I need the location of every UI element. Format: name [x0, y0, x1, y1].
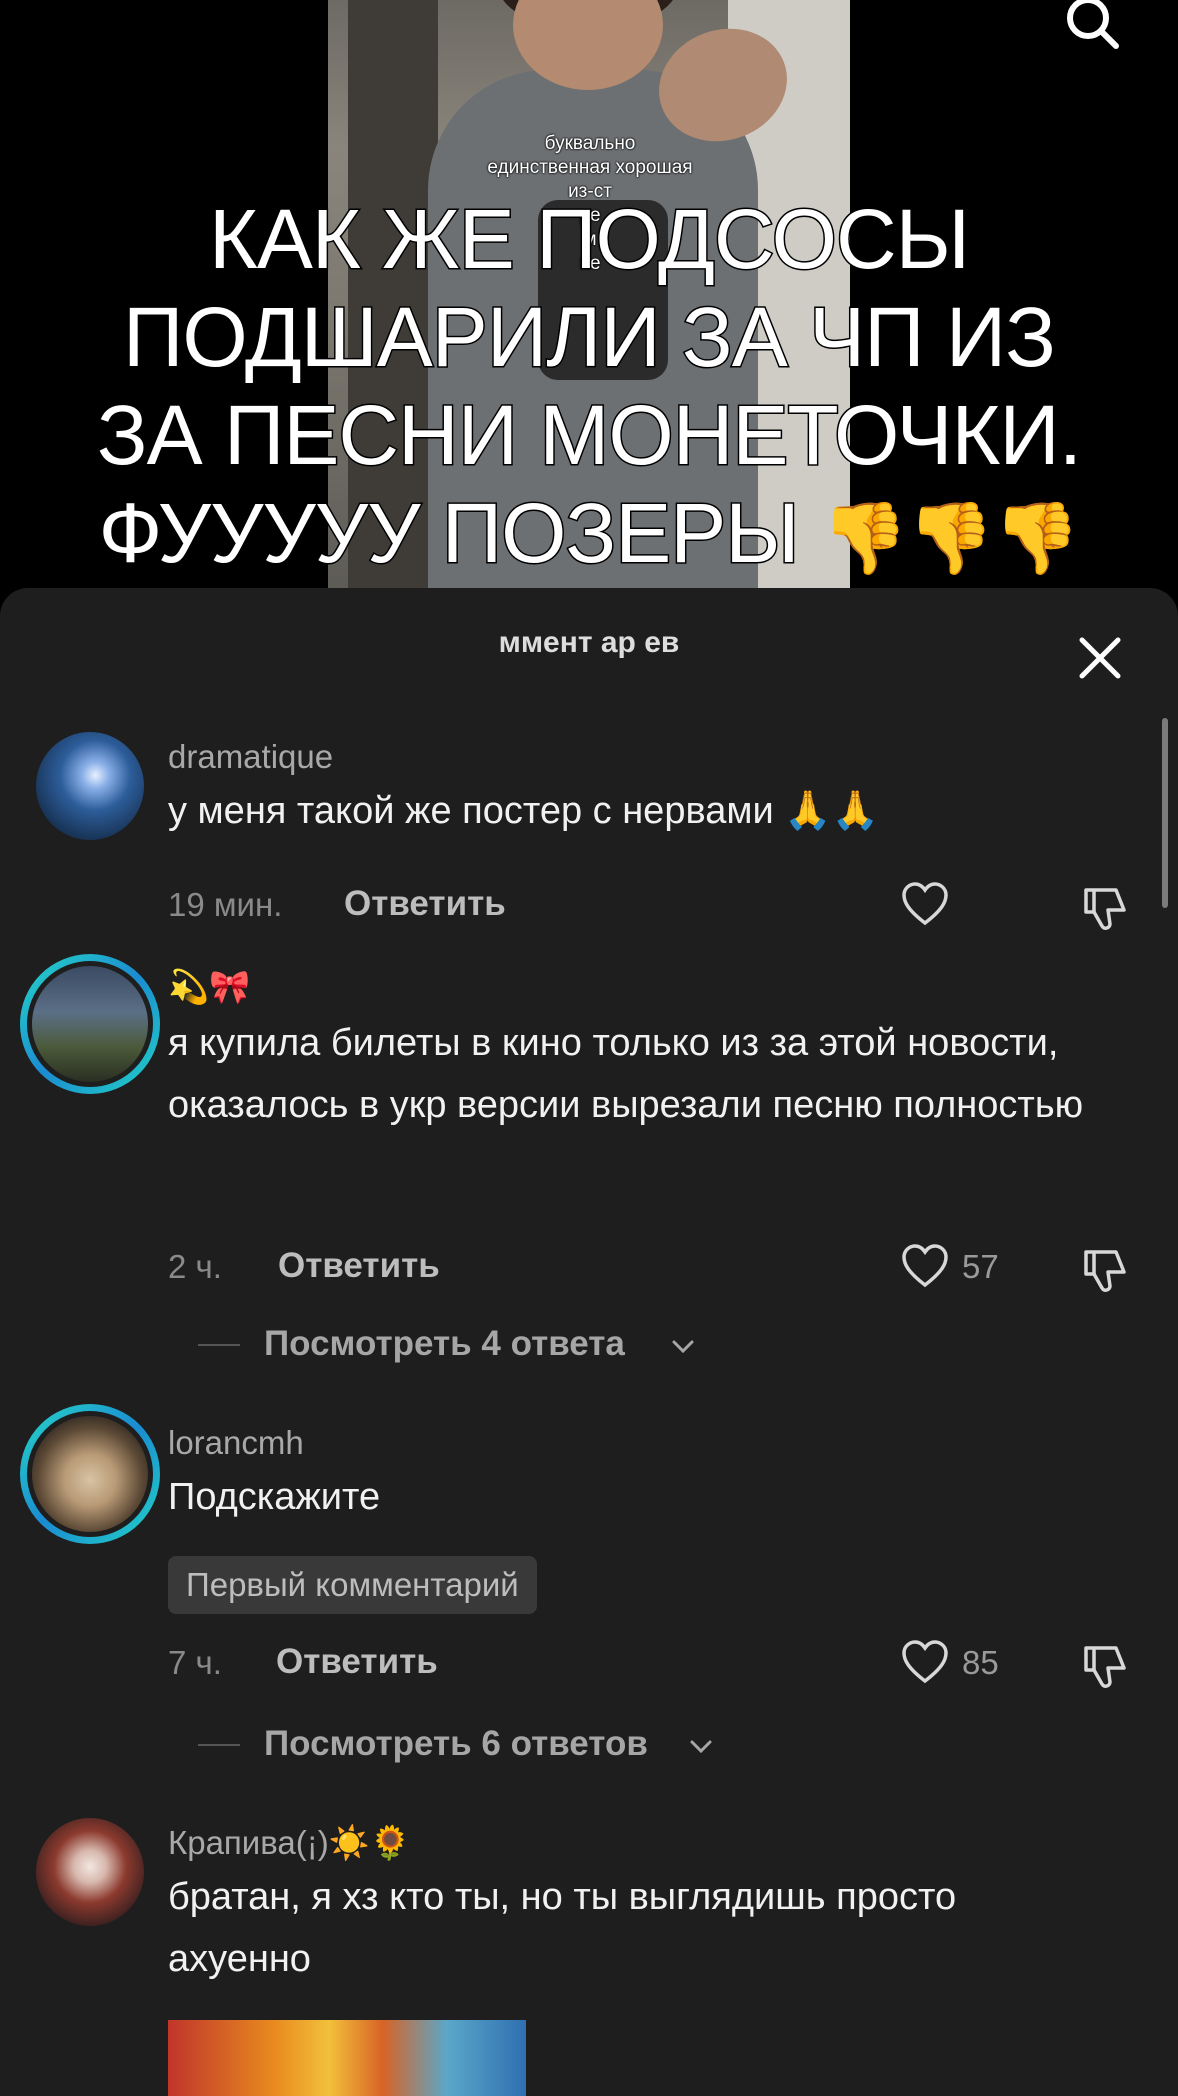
comment-time: 19 мин. [168, 886, 283, 923]
dislike-icon[interactable] [1078, 880, 1134, 936]
comment-time: 7 ч. [168, 1644, 222, 1681]
like-button[interactable] [900, 880, 1020, 930]
avatar[interactable] [20, 1404, 160, 1544]
first-comment-badge: Первый комментарий [168, 1556, 537, 1614]
avatar[interactable] [36, 1818, 144, 1926]
video-caption-line: единственная хорошая [487, 157, 693, 178]
view-replies-label: Посмотреть 4 ответа [264, 1324, 625, 1363]
close-icon[interactable] [1070, 628, 1130, 688]
heart-icon [902, 1244, 948, 1288]
avatar-image [27, 961, 153, 1087]
reply-button[interactable]: Ответить [278, 1246, 440, 1286]
chevron-down-icon [690, 1740, 712, 1754]
comments-sheet: ммент ар ев dramatique у меня такой же п… [0, 588, 1178, 2096]
view-replies-button[interactable]: Посмотреть 4 ответа [198, 1320, 898, 1370]
comment-meta: 19 мин. Ответить [168, 880, 1168, 930]
comment-time: 2 ч. [168, 1248, 222, 1285]
comment-username[interactable]: lorancmh [168, 1424, 304, 1462]
reply-button[interactable]: Ответить [344, 884, 506, 924]
like-button[interactable]: 85 [900, 1638, 1020, 1688]
comment-count: ммент ар ев [498, 626, 680, 659]
view-replies-button[interactable]: Посмотреть 6 ответов [198, 1720, 898, 1770]
comment-username[interactable]: Крапива(¡)☀️🌻 [168, 1824, 411, 1863]
comment-meta: 2 ч. Ответить 57 [168, 1242, 1168, 1292]
chevron-down-icon [672, 1340, 694, 1354]
dislike-icon[interactable] [1078, 1638, 1134, 1694]
video-caption-line: буквально [544, 133, 636, 154]
comment-text: Подскажите [168, 1476, 381, 1518]
comments-header: ммент ар ев [0, 588, 1178, 708]
like-count: 57 [962, 1248, 999, 1285]
dislike-icon[interactable] [1078, 1242, 1134, 1298]
overlay-emoji: 👎👎👎 [820, 499, 1080, 577]
comment-username[interactable]: dramatique [168, 738, 333, 776]
avatar[interactable] [36, 732, 144, 840]
avatar[interactable] [20, 954, 160, 1094]
reply-button[interactable]: Ответить [276, 1642, 438, 1682]
like-button[interactable]: 57 [900, 1242, 1020, 1292]
comment-gif-preview[interactable] [168, 2020, 526, 2096]
heart-icon [902, 882, 948, 926]
comment-text: братан, я хз кто ты, но ты выглядишь про… [168, 1876, 957, 1980]
avatar-image [27, 1411, 153, 1537]
like-count: 85 [962, 1644, 999, 1681]
replies-divider [198, 1344, 240, 1346]
comment-meta: 7 ч. Ответить 85 [168, 1638, 1168, 1688]
comment-text-emoji: 🙏🙏 [784, 790, 879, 832]
replies-divider [198, 1744, 240, 1746]
heart-icon [902, 1640, 948, 1684]
comment-text: у меня такой же постер с нервами 🙏🙏 [168, 780, 1148, 842]
view-replies-label: Посмотреть 6 ответов [264, 1724, 648, 1763]
search-icon[interactable] [1060, 0, 1124, 54]
comment-text: я купила билеты в кино только из за этой… [168, 1022, 1084, 1126]
comment-text-body: у меня такой же постер с нервами [168, 790, 774, 832]
video-overlay-text: КАК ЖЕ ПОДСОСЫ ПОДШАРИЛИ ЗА ЧП ИЗ ЗА ПЕС… [60, 190, 1118, 587]
comment-username[interactable]: 💫🎀 [168, 968, 250, 1007]
